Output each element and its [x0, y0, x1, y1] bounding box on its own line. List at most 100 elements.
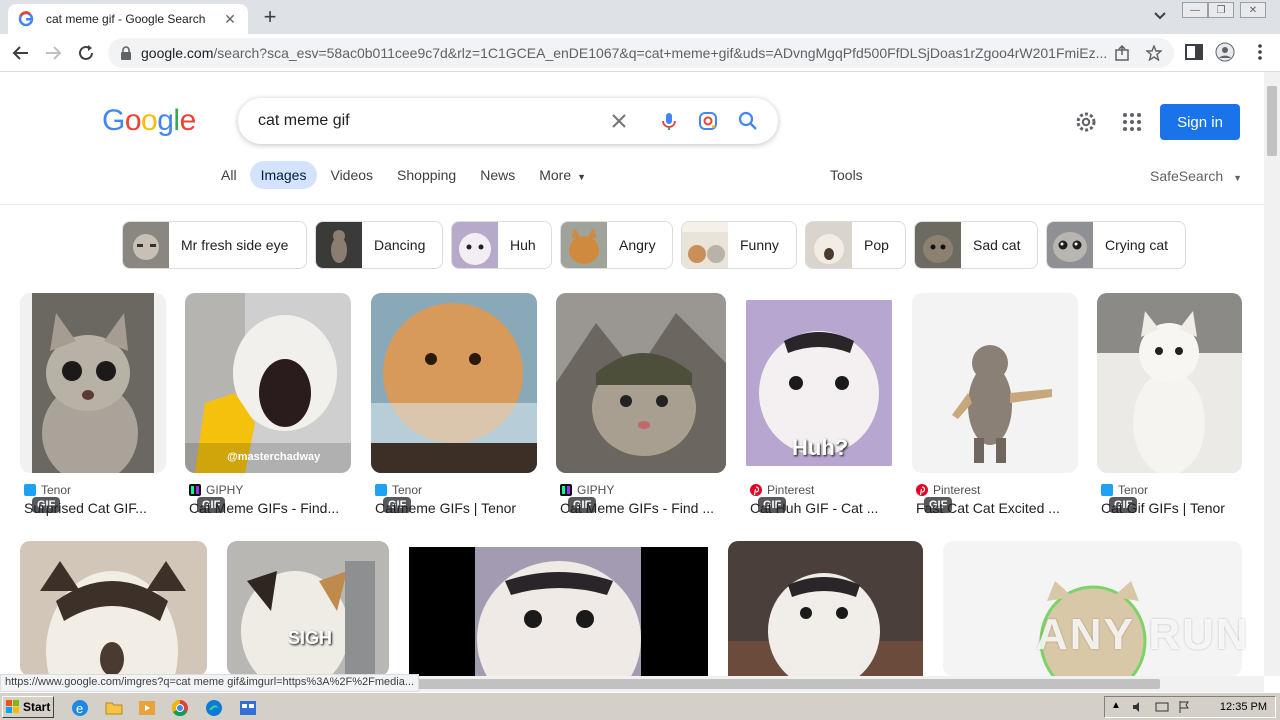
result-caption[interactable]: Fast Cat Cat Excited ...: [916, 500, 1076, 516]
header-divider: [0, 204, 1264, 205]
image-result[interactable]: GIF Tenor Cat Gif GIFs | Tenor: [1097, 293, 1242, 523]
minimize-icon[interactable]: —: [1182, 2, 1208, 18]
apps-grid-icon[interactable]: [1120, 110, 1144, 134]
forward-icon[interactable]: [42, 42, 64, 64]
chip-funny[interactable]: Funny: [681, 221, 797, 269]
result-source[interactable]: Tenor: [1101, 483, 1148, 497]
result-caption[interactable]: Cat Huh GIF - Cat ...: [750, 500, 890, 516]
search-icon[interactable]: [737, 110, 759, 132]
image-result[interactable]: GIF Tenor Catmeme GIFs | Tenor: [371, 293, 537, 523]
result-thumbnail[interactable]: [556, 293, 726, 473]
media-player-icon[interactable]: [137, 698, 157, 718]
result-source-label: Tenor: [392, 483, 423, 497]
reload-icon[interactable]: [75, 42, 97, 64]
ie-icon[interactable]: e: [70, 698, 90, 718]
voice-search-icon[interactable]: [658, 110, 680, 132]
chip-huh[interactable]: Huh: [451, 221, 552, 269]
result-thumbnail[interactable]: [20, 541, 207, 676]
tab-shopping[interactable]: Shopping: [386, 161, 467, 189]
result-source[interactable]: Tenor: [375, 483, 422, 497]
result-caption[interactable]: Cat Gif GIFs | Tenor: [1101, 500, 1241, 516]
lens-search-icon[interactable]: [697, 110, 719, 132]
volume-icon[interactable]: [1131, 700, 1145, 714]
result-thumbnail[interactable]: [728, 541, 923, 676]
chip-sad-cat[interactable]: Sad cat: [914, 221, 1038, 269]
image-result[interactable]: GIF Tenor Surprised Cat GIF...: [20, 293, 166, 523]
tray-arrow-icon[interactable]: ▲: [1111, 700, 1121, 711]
result-source[interactable]: Pinterest: [750, 483, 814, 497]
start-button[interactable]: Start: [2, 696, 54, 718]
back-icon[interactable]: [10, 42, 32, 64]
tab-news[interactable]: News: [469, 161, 526, 189]
result-source[interactable]: GIPHY: [560, 483, 614, 497]
restore-icon[interactable]: ❐: [1208, 2, 1234, 18]
lock-icon[interactable]: [120, 46, 132, 60]
tab-images[interactable]: Images: [249, 161, 318, 189]
side-panel-icon[interactable]: [1184, 42, 1204, 62]
tab-more[interactable]: More ▼: [528, 161, 597, 189]
result-caption[interactable]: Surprised Cat GIF...: [24, 500, 164, 516]
close-tab-icon[interactable]: ✕: [222, 11, 238, 28]
vertical-scrollbar[interactable]: [1264, 72, 1280, 676]
tenor-icon: [375, 484, 387, 496]
tab-videos[interactable]: Videos: [319, 161, 384, 189]
chip-label: Crying cat: [1105, 237, 1169, 253]
tools-button[interactable]: Tools: [830, 167, 863, 183]
edge-icon[interactable]: [204, 698, 224, 718]
app-window-icon[interactable]: [238, 698, 258, 718]
chip-mr-fresh-side-eye[interactable]: Mr fresh side eye: [122, 221, 307, 269]
share-icon[interactable]: [1114, 45, 1130, 61]
bookmark-star-icon[interactable]: [1146, 45, 1162, 61]
url-text[interactable]: google.com/search?sca_esv=58ac0b011cee9c…: [141, 45, 1111, 61]
caret-down-icon: ▼: [577, 172, 587, 182]
result-thumbnail[interactable]: [409, 547, 708, 676]
chip-thumbnail: [123, 222, 169, 268]
result-source[interactable]: Tenor: [24, 483, 71, 497]
chrome-icon[interactable]: [170, 698, 190, 718]
chip-label: Mr fresh side eye: [181, 237, 289, 253]
result-caption[interactable]: Cat Meme GIFs - Find...: [189, 500, 349, 516]
chip-thumbnail: [806, 222, 852, 268]
result-caption[interactable]: Cat Meme GIFs - Find ...: [560, 500, 724, 516]
scrollbar-thumb[interactable]: [1267, 86, 1277, 156]
result-thumbnail[interactable]: [912, 293, 1078, 473]
chip-crying-cat[interactable]: Crying cat: [1046, 221, 1186, 269]
result-thumbnail[interactable]: [1097, 293, 1242, 473]
sign-in-button[interactable]: Sign in: [1160, 104, 1240, 140]
image-result[interactable]: GIF GIPHY Cat Meme GIFs - Find ...: [556, 293, 726, 523]
safesearch-dropdown[interactable]: SafeSearch ▼: [1150, 168, 1242, 184]
profile-avatar-icon[interactable]: [1215, 42, 1235, 62]
result-source-label: GIPHY: [577, 483, 615, 497]
settings-gear-icon[interactable]: [1074, 110, 1098, 134]
menu-kebab-icon[interactable]: [1250, 42, 1270, 62]
search-type-tabs: All Images Videos Shopping News More ▼: [210, 160, 599, 190]
notification-flag-icon[interactable]: [1177, 700, 1191, 714]
network-icon[interactable]: [1155, 700, 1169, 714]
result-thumbnail[interactable]: [20, 293, 166, 473]
browser-tab[interactable]: cat meme gif - Google Search ✕: [8, 4, 248, 34]
result-caption[interactable]: Catmeme GIFs | Tenor: [375, 500, 535, 516]
chip-label: Huh: [510, 237, 536, 253]
result-thumbnail[interactable]: [185, 293, 351, 473]
chip-angry[interactable]: Angry: [560, 221, 673, 269]
status-bar-url: https://www.google.com/imgres?q=cat meme…: [0, 674, 420, 692]
tab-search-chevron-icon[interactable]: [1150, 8, 1170, 24]
search-input[interactable]: [258, 110, 598, 132]
image-result[interactable]: GIF Huh? Pinterest Cat Huh GIF - Cat ...: [746, 293, 892, 523]
watermark-handle: @masterchadway: [227, 451, 321, 463]
address-bar[interactable]: google.com/search?sca_esv=58ac0b011cee9c…: [108, 38, 1174, 68]
chip-dancing[interactable]: Dancing: [315, 221, 443, 269]
image-result[interactable]: GIF @masterchadway GIPHY Cat Meme GIFs -…: [185, 293, 351, 523]
chip-pop[interactable]: Pop: [805, 221, 906, 269]
new-tab-icon[interactable]: +: [258, 5, 282, 29]
folder-icon[interactable]: [104, 698, 124, 718]
google-logo[interactable]: Google: [102, 104, 196, 138]
clear-search-icon[interactable]: [608, 110, 630, 132]
tab-all[interactable]: All: [210, 161, 248, 189]
close-window-icon[interactable]: ✕: [1240, 2, 1266, 18]
result-thumbnail[interactable]: [227, 541, 389, 676]
image-result[interactable]: GIF Pinterest Fast Cat Cat Excited ...: [912, 293, 1078, 523]
result-thumbnail[interactable]: [371, 293, 537, 473]
result-source[interactable]: GIPHY: [189, 483, 243, 497]
result-source[interactable]: Pinterest: [916, 483, 980, 497]
